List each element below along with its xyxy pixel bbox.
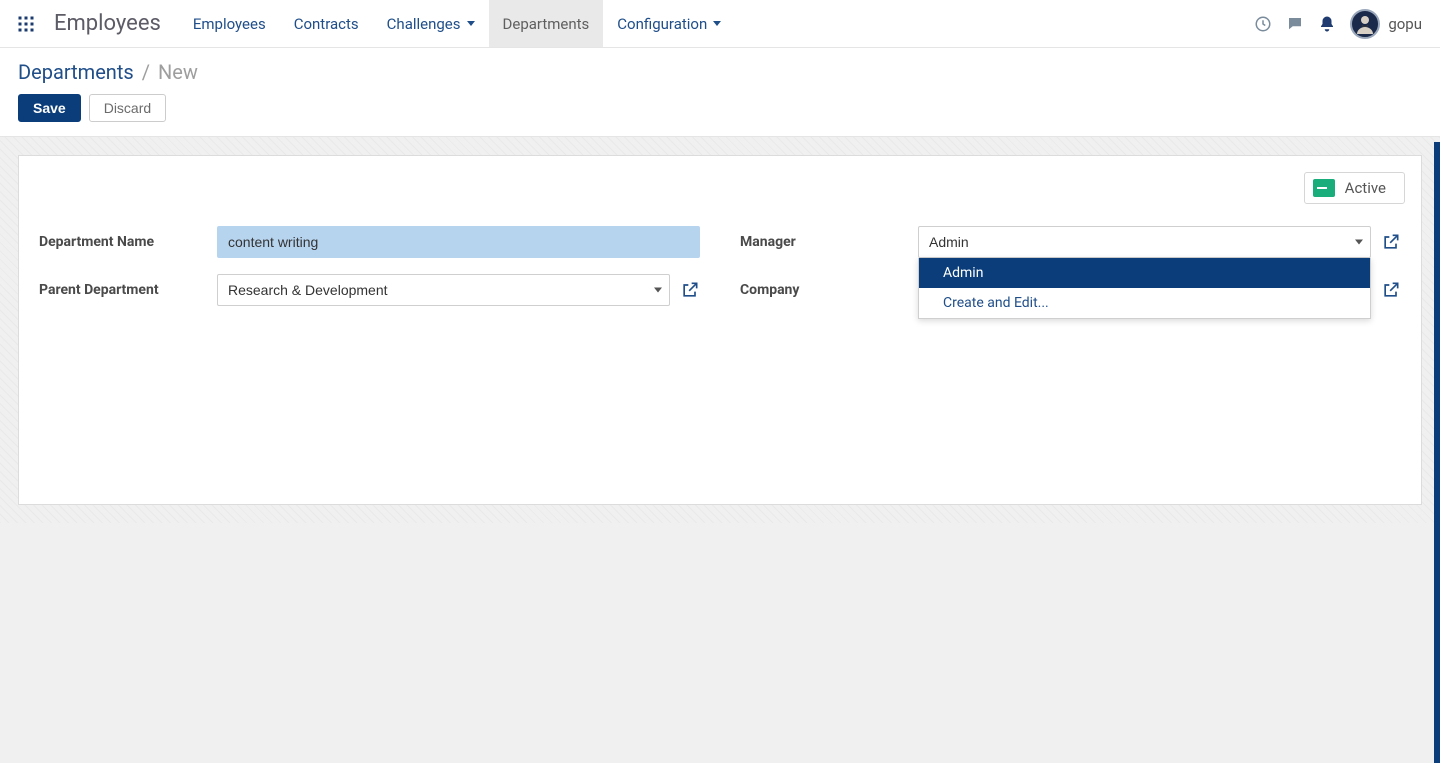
department-name-input[interactable] [217, 226, 700, 258]
bell-icon[interactable] [1318, 15, 1336, 33]
form-grid: Department Name Parent Department [39, 226, 1401, 322]
nav-item-label: Challenges [387, 15, 461, 33]
row-manager: Manager Admin Create and Edit... [740, 226, 1401, 258]
breadcrumb: Departments / New [18, 60, 1422, 84]
nav-item-label: Configuration [617, 15, 707, 33]
dropdown-option-create-edit[interactable]: Create and Edit... [919, 288, 1370, 318]
control-panel: Departments / New Save Discard [0, 48, 1440, 137]
chevron-down-icon [713, 21, 721, 26]
app-brand[interactable]: Employees [44, 11, 179, 36]
label-department-name: Department Name [39, 234, 217, 250]
nav-menu: Employees Contracts Challenges Departmen… [179, 0, 735, 47]
form-right-column: Manager Admin Create and Edit... [740, 226, 1401, 322]
nav-item-label: Contracts [294, 15, 359, 33]
manager-dropdown: Admin Create and Edit... [918, 258, 1371, 319]
apps-launcher-icon[interactable] [8, 15, 44, 33]
nav-item-label: Departments [503, 15, 590, 33]
external-link-icon[interactable] [680, 280, 700, 300]
discard-button[interactable]: Discard [89, 94, 166, 122]
external-link-icon[interactable] [1381, 280, 1401, 300]
username-label: gopu [1388, 15, 1422, 33]
breadcrumb-root[interactable]: Departments [18, 60, 134, 84]
user-menu[interactable]: gopu [1350, 9, 1422, 39]
breadcrumb-current: New [158, 60, 198, 84]
chat-icon[interactable] [1286, 15, 1304, 33]
form-sheet: Active Department Name Parent Department [18, 155, 1422, 505]
external-link-icon[interactable] [1381, 232, 1401, 252]
nav-item-challenges[interactable]: Challenges [373, 0, 489, 47]
nav-item-employees[interactable]: Employees [179, 0, 280, 47]
systray: gopu [1254, 9, 1432, 39]
label-company: Company [740, 282, 918, 298]
clock-icon[interactable] [1254, 15, 1272, 33]
top-navbar: Employees Employees Contracts Challenges… [0, 0, 1440, 48]
chevron-down-icon [467, 21, 475, 26]
right-edge-accent [1434, 142, 1440, 763]
nav-item-label: Employees [193, 15, 266, 33]
parent-department-input[interactable] [217, 274, 670, 306]
status-badge[interactable]: Active [1304, 172, 1405, 204]
breadcrumb-separator: / [142, 60, 150, 84]
nav-item-contracts[interactable]: Contracts [280, 0, 373, 47]
sheet-background: Active Department Name Parent Department [0, 137, 1440, 523]
manager-input[interactable] [918, 226, 1371, 258]
status-label: Active [1345, 179, 1386, 197]
form-left-column: Department Name Parent Department [39, 226, 700, 322]
label-manager: Manager [740, 234, 918, 250]
row-parent-department: Parent Department [39, 274, 700, 306]
nav-item-departments[interactable]: Departments [489, 0, 604, 47]
row-department-name: Department Name [39, 226, 700, 258]
save-button[interactable]: Save [18, 94, 81, 122]
label-parent-department: Parent Department [39, 282, 217, 298]
avatar [1350, 9, 1380, 39]
archive-icon [1313, 179, 1335, 197]
action-buttons: Save Discard [18, 94, 1422, 122]
nav-item-configuration[interactable]: Configuration [603, 0, 735, 47]
dropdown-option-admin[interactable]: Admin [919, 258, 1370, 288]
